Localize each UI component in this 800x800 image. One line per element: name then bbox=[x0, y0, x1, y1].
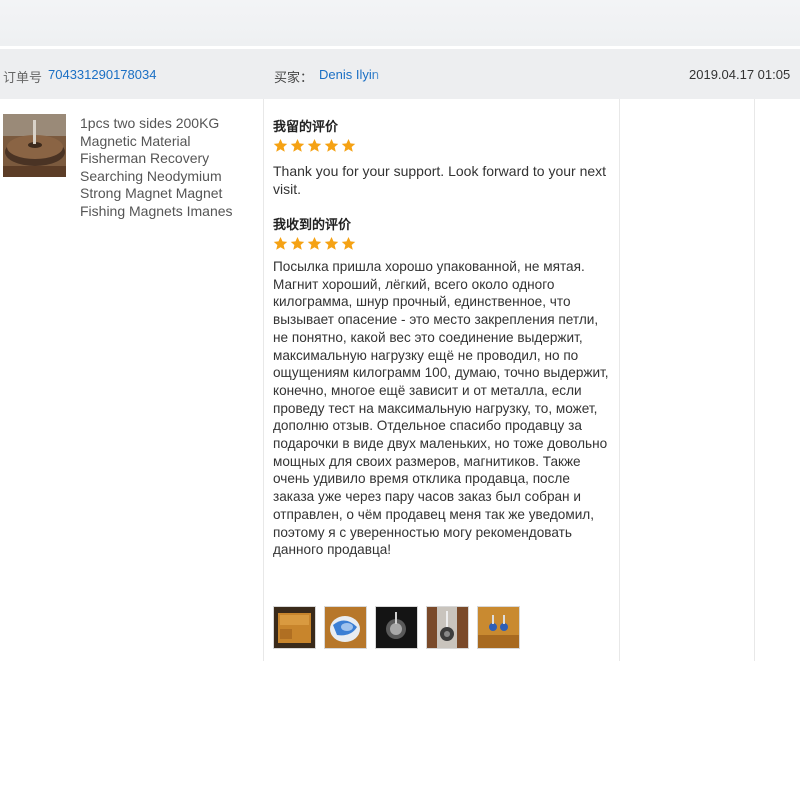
top-band bbox=[0, 0, 800, 46]
column-divider bbox=[263, 99, 264, 661]
review-photo-5[interactable] bbox=[477, 606, 520, 649]
package-box-photo-icon bbox=[274, 607, 315, 648]
column-divider bbox=[754, 99, 755, 661]
received-review-heading: 我收到的评价 bbox=[273, 217, 352, 232]
buyer-name-link[interactable]: Denis Ilyin bbox=[319, 67, 389, 82]
left-review-text: Thank you for your support. Look forward… bbox=[273, 163, 607, 197]
review-photo-2[interactable] bbox=[324, 606, 367, 649]
star-icon bbox=[341, 138, 356, 152]
buyer-label: 买家： bbox=[274, 70, 314, 85]
star-icon bbox=[273, 236, 288, 250]
column-divider bbox=[619, 99, 620, 661]
magnet-dark-photo-icon bbox=[376, 607, 417, 648]
review-photo-3[interactable] bbox=[375, 606, 418, 649]
magnet-product-photo-icon bbox=[3, 114, 66, 177]
star-icon bbox=[324, 236, 339, 250]
star-icon bbox=[273, 138, 288, 152]
left-review-heading: 我留的评价 bbox=[273, 119, 339, 134]
product-thumbnail[interactable] bbox=[3, 114, 66, 177]
order-header: 订单号 704331290178034 买家： Denis Ilyin 2019… bbox=[0, 49, 800, 99]
star-icon bbox=[290, 236, 305, 250]
magnet-hook-photo-icon bbox=[427, 607, 468, 648]
review-photo-4[interactable] bbox=[426, 606, 469, 649]
order-number-label: 订单号 bbox=[3, 70, 43, 85]
left-review-rating bbox=[273, 138, 356, 154]
star-icon bbox=[324, 138, 339, 152]
order-date: 2019.04.17 01:05 bbox=[689, 67, 791, 82]
received-review-rating bbox=[273, 236, 356, 252]
star-icon bbox=[307, 236, 322, 250]
received-review-text: Посылка пришла хорошо упакованной, не мя… bbox=[273, 259, 609, 558]
review-photos bbox=[273, 606, 520, 649]
product-title[interactable]: 1pcs two sides 200KG Magnetic Material F… bbox=[80, 115, 250, 221]
order-number-link[interactable]: 704331290178034 bbox=[48, 67, 156, 82]
star-icon bbox=[341, 236, 356, 250]
small-magnets-photo-icon bbox=[478, 607, 519, 648]
star-icon bbox=[307, 138, 322, 152]
star-icon bbox=[290, 138, 305, 152]
wrapped-magnet-photo-icon bbox=[325, 607, 366, 648]
review-photo-1[interactable] bbox=[273, 606, 316, 649]
